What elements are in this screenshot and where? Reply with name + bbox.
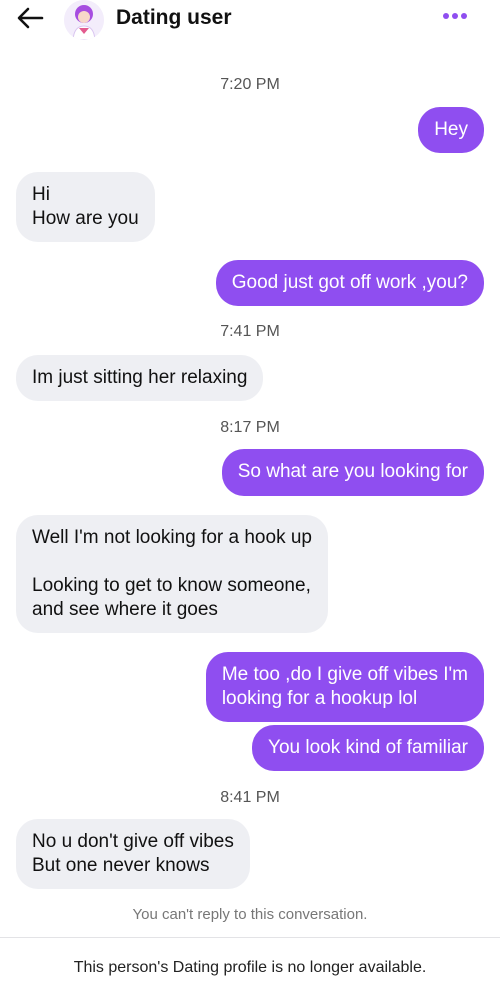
more-horizontal-icon[interactable] — [442, 8, 468, 24]
received-message[interactable]: Im just sitting her relaxing — [16, 355, 264, 401]
sent-message[interactable]: Good just got off work ,you? — [215, 260, 484, 306]
page-title: Dating user — [116, 6, 232, 29]
sent-message[interactable]: So what are you looking for — [221, 449, 484, 496]
received-message[interactable]: No u don't give off vibes But one never … — [16, 819, 250, 889]
sent-message[interactable]: You look kind of familiar — [252, 725, 484, 771]
user-avatar-icon — [64, 0, 104, 40]
divider — [0, 937, 500, 938]
arrow-left-icon[interactable] — [16, 6, 44, 30]
timestamp: 8:41 PM — [220, 789, 280, 806]
timestamp: 7:20 PM — [220, 76, 280, 93]
received-message[interactable]: Hi How are you — [16, 172, 155, 242]
sent-message[interactable]: Me too ,do I give off vibes I'm looking … — [205, 652, 484, 722]
timestamp: 7:41 PM — [220, 323, 280, 340]
sent-message[interactable]: Hey — [418, 107, 484, 153]
profile-unavailable-notice: This person's Dating profile is no longe… — [73, 959, 427, 976]
conversation-header: Dating user — [0, 0, 500, 40]
timestamp: 8:17 PM — [220, 419, 280, 436]
avatar[interactable] — [64, 0, 104, 40]
received-message[interactable]: Well I'm not looking for a hook up Looki… — [16, 515, 328, 633]
reply-disabled-note: You can't reply to this conversation. — [132, 906, 368, 923]
